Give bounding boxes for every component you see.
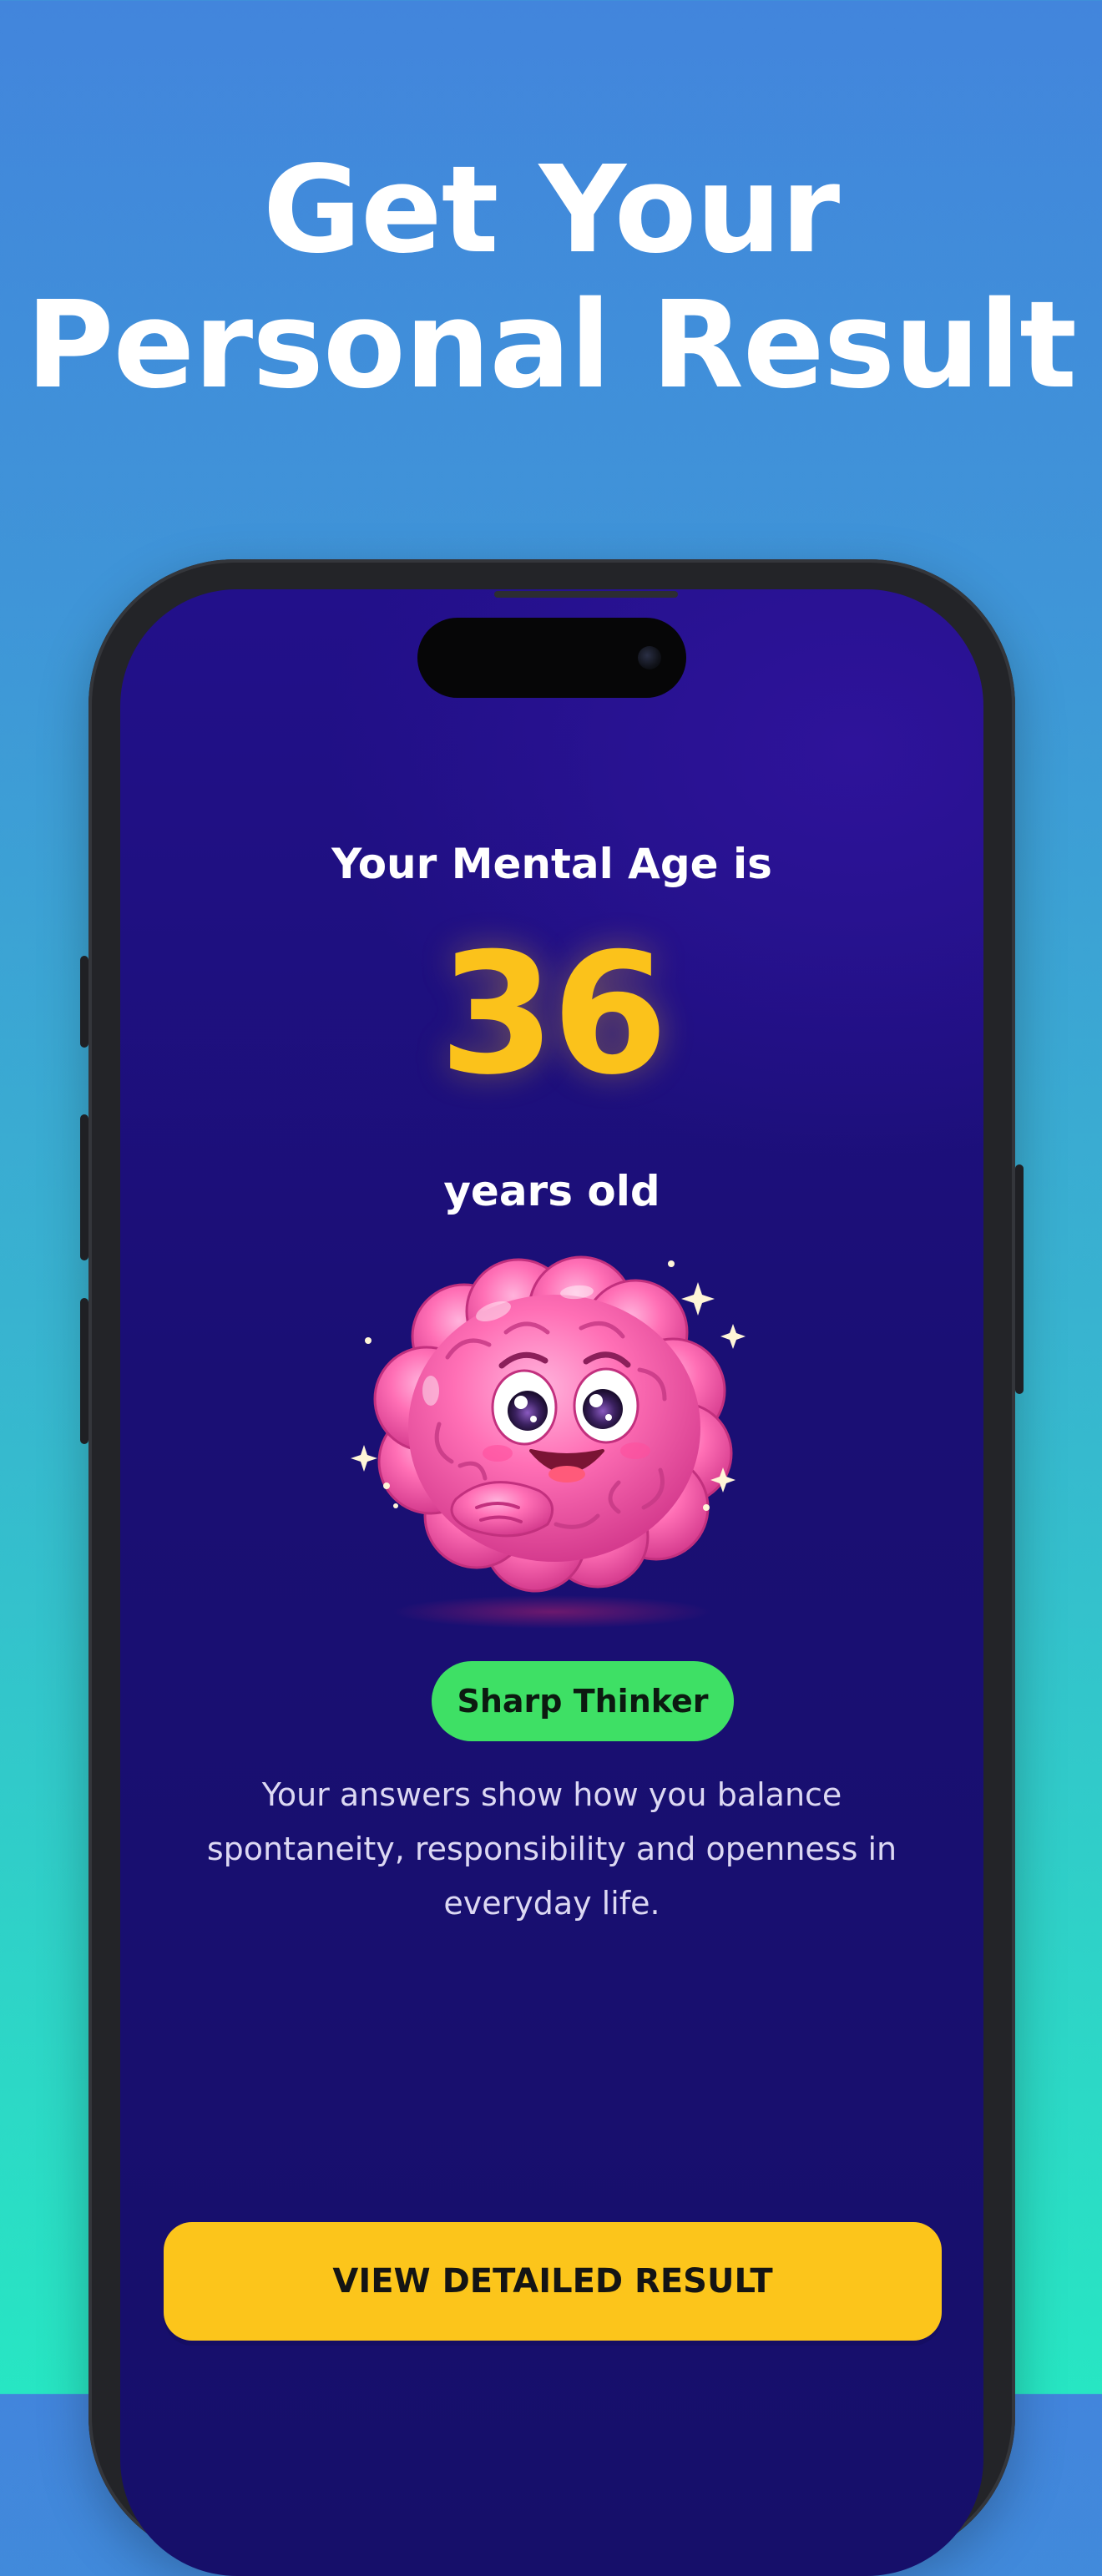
app-screen: Your Mental Age is 36 years old Sharp Th… <box>120 589 983 2576</box>
dynamic-island <box>417 618 686 698</box>
phone-power-button <box>1015 1164 1024 1394</box>
result-description: Your answers show how you balance sponta… <box>206 1776 897 1922</box>
headline-line-2: Personal Result <box>25 275 1077 415</box>
brain-mascot-icon <box>339 1232 765 1633</box>
mental-age-value: 36 <box>438 917 668 1112</box>
result-type-badge: Sharp Thinker <box>432 1661 734 1741</box>
view-detailed-result-button[interactable]: VIEW DETAILED RESULT <box>164 2222 942 2341</box>
mental-age-label: Your Mental Age is <box>331 840 772 888</box>
phone-frame: Your Mental Age is 36 years old Sharp Th… <box>80 559 1024 2576</box>
phone-volume-down-button <box>80 1298 88 1444</box>
age-unit-label: years old <box>443 1167 660 1215</box>
headline-line-1: Get Your <box>262 139 840 280</box>
phone-volume-up-button <box>80 1114 88 1260</box>
phone-speaker-slit <box>494 591 678 598</box>
marketing-headline: Get Your Personal Result <box>0 142 1102 412</box>
front-camera-icon <box>638 646 661 669</box>
phone-action-button <box>80 956 88 1048</box>
